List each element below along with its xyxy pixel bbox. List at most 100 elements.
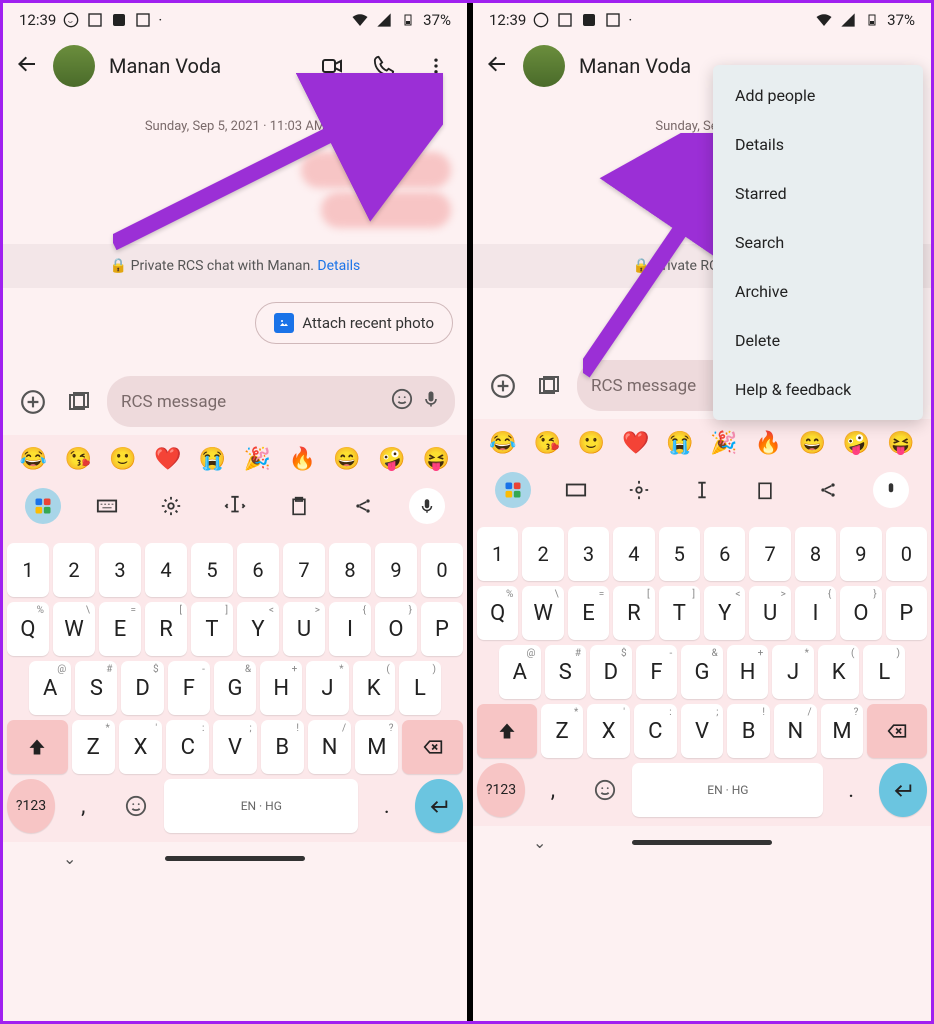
menu-help[interactable]: Help & feedback [713,365,923,414]
emoji[interactable]: 😘 [534,431,561,456]
add-button[interactable] [485,368,521,404]
grid-icon[interactable] [495,472,531,508]
menu-archive[interactable]: Archive [713,267,923,316]
key-W[interactable]: W\ [522,586,563,640]
key-2[interactable]: 2 [53,543,95,597]
keyboard-icon[interactable] [89,488,125,524]
emoji[interactable]: 🙂 [578,431,605,456]
key-B[interactable]: B! [261,720,304,774]
voice-input-icon[interactable] [873,472,909,508]
key-E[interactable]: E= [99,602,141,656]
period-key[interactable]: . [827,763,875,817]
add-button[interactable] [15,384,51,420]
comma-key[interactable]: , [529,763,577,817]
menu-search[interactable]: Search [713,218,923,267]
space-key[interactable]: EN · HG [164,779,358,833]
back-button[interactable] [485,52,509,80]
emoji[interactable]: 😄 [333,447,360,472]
message-bubble[interactable] [321,192,451,228]
emoji[interactable]: 😝 [887,431,914,456]
key-7[interactable]: 7 [283,543,325,597]
shift-key[interactable] [477,704,537,758]
clipboard-icon[interactable] [281,488,317,524]
key-8[interactable]: 8 [795,527,836,581]
phone-call-button[interactable] [365,47,403,85]
backspace-key[interactable] [402,720,463,774]
key-1[interactable]: 1 [7,543,49,597]
settings-icon[interactable] [153,488,189,524]
enter-key[interactable] [415,779,463,833]
emoji[interactable]: 🎉 [244,447,271,472]
emoji-key[interactable] [112,779,161,833]
key-Q[interactable]: Q% [7,602,49,656]
key-8[interactable]: 8 [329,543,371,597]
key-Z[interactable]: Z* [72,720,115,774]
key-A[interactable]: A@ [499,645,541,699]
key-G[interactable]: G& [214,661,256,715]
key-L[interactable]: L) [863,645,905,699]
text-cursor-icon[interactable] [217,488,253,524]
key-U[interactable]: U> [283,602,325,656]
emoji[interactable]: 🙂 [109,447,136,472]
key-4[interactable]: 4 [613,527,654,581]
menu-details[interactable]: Details [713,120,923,169]
emoji[interactable]: 😂 [20,447,47,472]
key-Z[interactable]: Z* [541,704,584,758]
text-cursor-icon[interactable] [684,472,720,508]
key-U[interactable]: U> [749,586,790,640]
share-icon[interactable] [345,488,381,524]
key-1[interactable]: 1 [477,527,518,581]
key-A[interactable]: A@ [29,661,71,715]
attach-photo-chip[interactable]: Attach recent photo [255,302,453,344]
key-H[interactable]: H+ [260,661,302,715]
key-L[interactable]: L) [399,661,441,715]
nav-pill[interactable] [632,840,772,845]
key-P[interactable]: P [421,602,463,656]
key-C[interactable]: C: [634,704,677,758]
key-I[interactable]: I{ [329,602,371,656]
emoji[interactable]: 🔥 [288,447,315,472]
emoji[interactable]: 🎉 [710,431,737,456]
shift-key[interactable] [7,720,68,774]
key-3[interactable]: 3 [99,543,141,597]
key-3[interactable]: 3 [568,527,609,581]
key-N[interactable]: N/ [774,704,817,758]
key-6[interactable]: 6 [237,543,279,597]
key-5[interactable]: 5 [659,527,700,581]
key-J[interactable]: J* [772,645,814,699]
key-Y[interactable]: Y< [704,586,745,640]
video-call-button[interactable] [313,47,351,85]
key-R[interactable]: R[ [613,586,654,640]
comma-key[interactable]: , [59,779,108,833]
emoji[interactable]: 😭 [666,431,693,456]
emoji[interactable]: 😄 [799,431,826,456]
key-G[interactable]: G& [681,645,723,699]
message-input[interactable]: RCS message [107,376,455,427]
key-X[interactable]: X' [119,720,162,774]
contact-avatar[interactable] [53,45,95,87]
key-V[interactable]: V; [213,720,256,774]
keyboard-collapse-icon[interactable]: ⌄ [63,849,76,868]
emoji[interactable]: ❤️ [154,447,181,472]
emoji[interactable]: 🤪 [378,447,405,472]
gallery-button[interactable] [61,384,97,420]
key-5[interactable]: 5 [191,543,233,597]
enter-key[interactable] [879,763,927,817]
key-F[interactable]: F- [168,661,210,715]
key-H[interactable]: H+ [727,645,769,699]
menu-delete[interactable]: Delete [713,316,923,365]
key-O[interactable]: O} [840,586,881,640]
key-M[interactable]: M? [821,704,864,758]
key-2[interactable]: 2 [522,527,563,581]
key-K[interactable]: K( [818,645,860,699]
menu-add-people[interactable]: Add people [713,71,923,120]
emoji[interactable]: 😝 [423,447,450,472]
key-V[interactable]: V; [681,704,724,758]
key-D[interactable]: D$ [121,661,163,715]
key-Y[interactable]: Y< [237,602,279,656]
emoji-button[interactable] [391,388,413,415]
symbols-key[interactable]: ?123 [477,763,525,817]
symbols-key[interactable]: ?123 [7,779,55,833]
key-X[interactable]: X' [587,704,630,758]
keyboard-icon[interactable] [558,472,594,508]
